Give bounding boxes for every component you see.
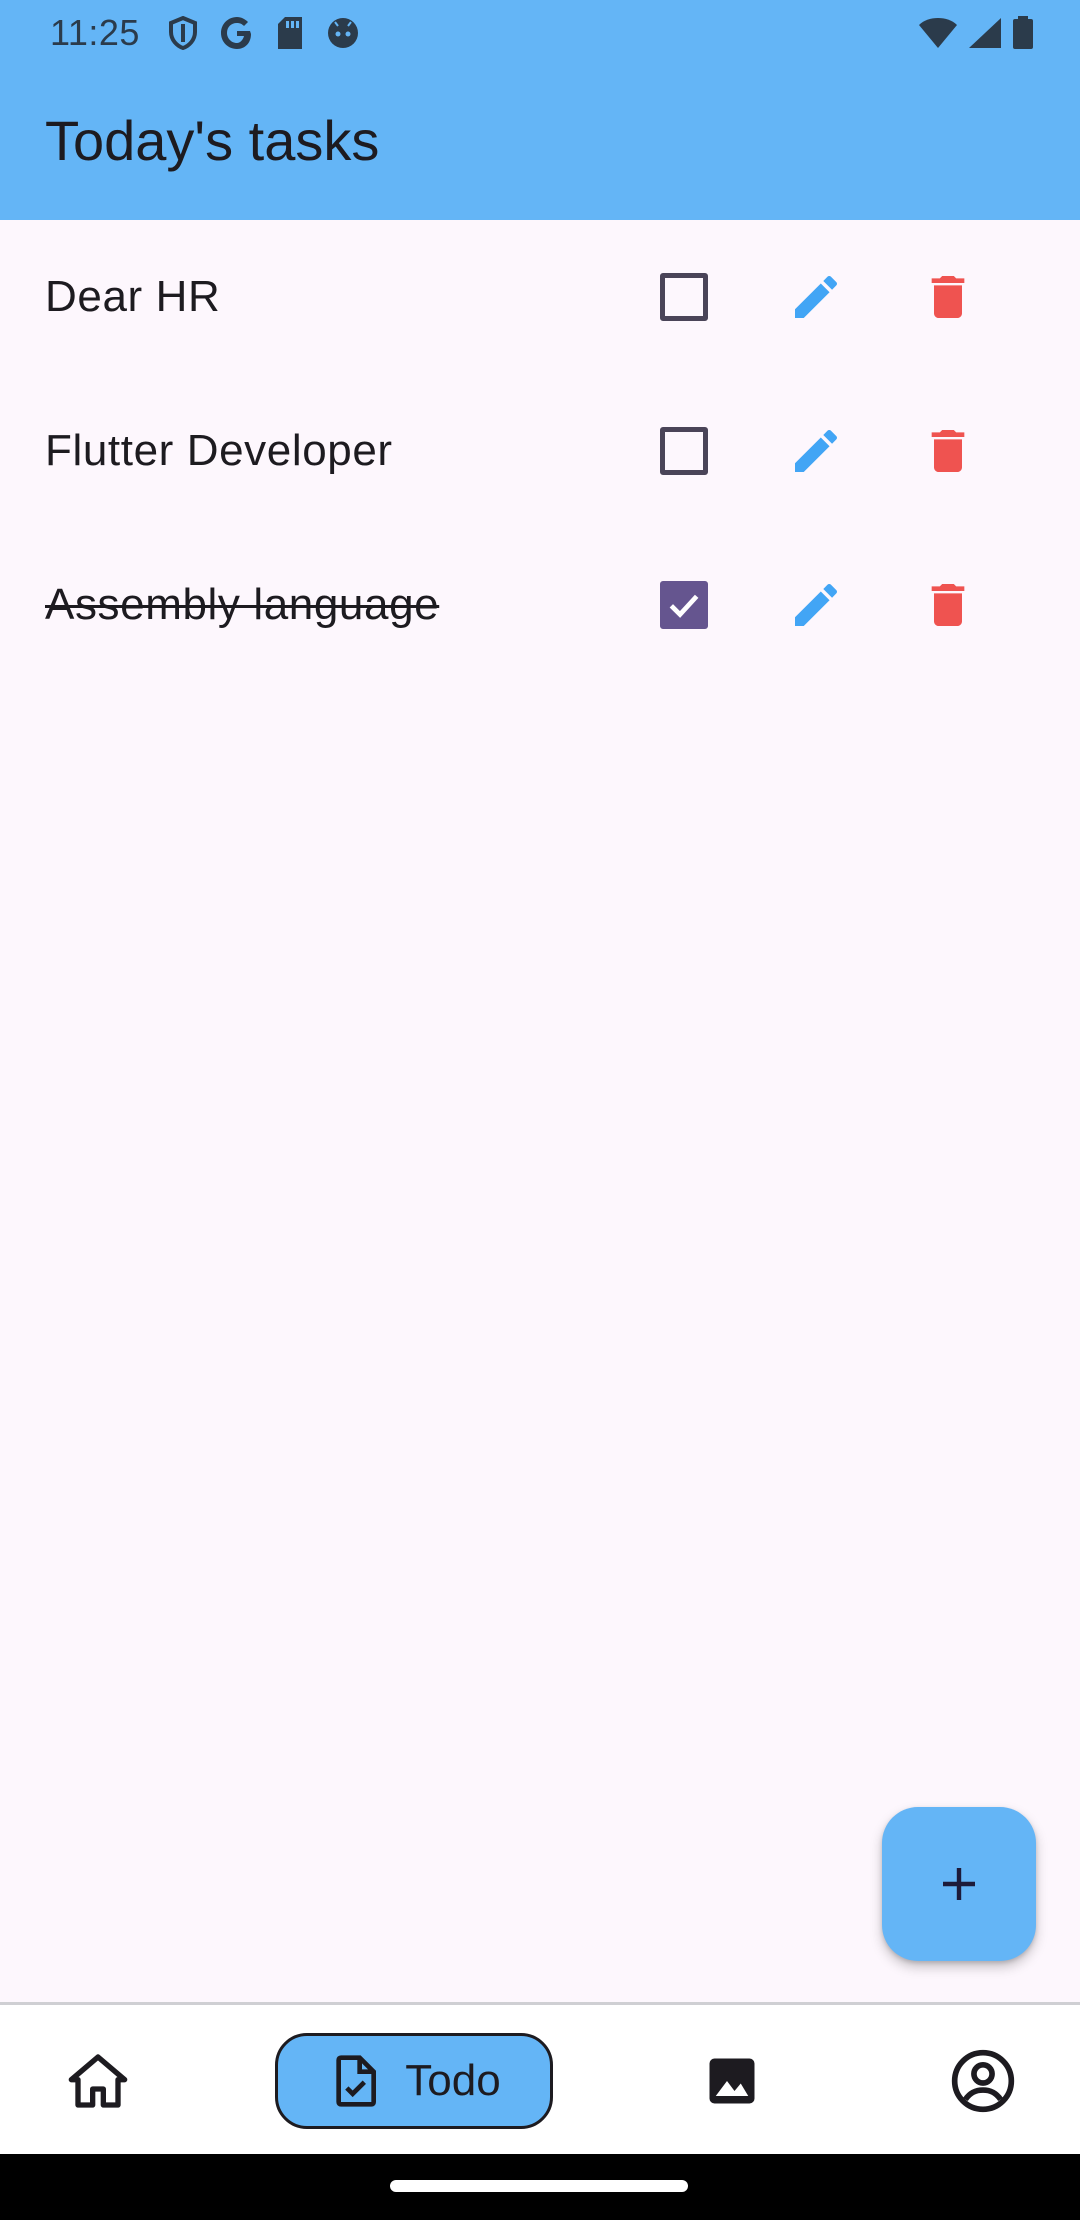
battery-icon (1012, 16, 1034, 50)
pencil-icon (795, 275, 838, 318)
check-icon (669, 594, 699, 618)
task-label: Assembly language (45, 580, 440, 629)
trash-icon (931, 584, 965, 626)
android-icon (326, 16, 360, 50)
task-list: Dear HR Flutter Developer Assembly langu… (0, 220, 1080, 682)
status-time: 11:25 (50, 12, 140, 53)
google-icon (220, 16, 254, 50)
plus-icon (943, 1868, 975, 1900)
sd-card-icon (276, 16, 304, 50)
trash-icon (931, 276, 965, 318)
task-checkbox[interactable] (660, 581, 708, 629)
task-label: Dear HR (45, 272, 221, 321)
bottom-navigation: Todo (0, 2002, 1080, 2154)
todo-document-icon (336, 2055, 377, 2107)
delete-button[interactable] (918, 421, 978, 481)
page-title: Today's tasks (45, 109, 380, 172)
task-item: Assembly language (0, 528, 1080, 682)
edit-button[interactable] (786, 421, 846, 481)
task-item: Flutter Developer (0, 374, 1080, 528)
image-icon (709, 2058, 755, 2104)
task-checkbox[interactable] (660, 273, 708, 321)
delete-button[interactable] (918, 575, 978, 635)
nav-gallery[interactable] (684, 2033, 780, 2129)
nav-profile[interactable] (935, 2033, 1031, 2129)
pencil-icon (795, 583, 838, 626)
edit-button[interactable] (786, 267, 846, 327)
status-icons-left (168, 16, 360, 50)
app-bar: 11:25 Today's tasks (0, 0, 1080, 220)
nav-todo[interactable]: Todo (275, 2033, 553, 2129)
add-task-button[interactable] (882, 1807, 1036, 1961)
wifi-icon (918, 17, 958, 49)
task-checkbox[interactable] (660, 427, 708, 475)
task-item: Dear HR (0, 220, 1080, 374)
status-bar: 11:25 (0, 0, 1080, 66)
nav-home[interactable] (50, 2033, 146, 2129)
account-circle-icon (951, 2049, 1015, 2113)
pencil-icon (795, 429, 838, 472)
nav-todo-label: Todo (405, 2056, 501, 2105)
status-icons-right (918, 16, 1034, 50)
gesture-handle[interactable] (390, 2180, 688, 2192)
shield-icon (168, 16, 198, 50)
task-label: Flutter Developer (45, 426, 393, 475)
delete-button[interactable] (918, 267, 978, 327)
signal-icon (968, 17, 1002, 49)
edit-button[interactable] (786, 575, 846, 635)
home-icon (68, 2054, 128, 2108)
trash-icon (931, 430, 965, 472)
